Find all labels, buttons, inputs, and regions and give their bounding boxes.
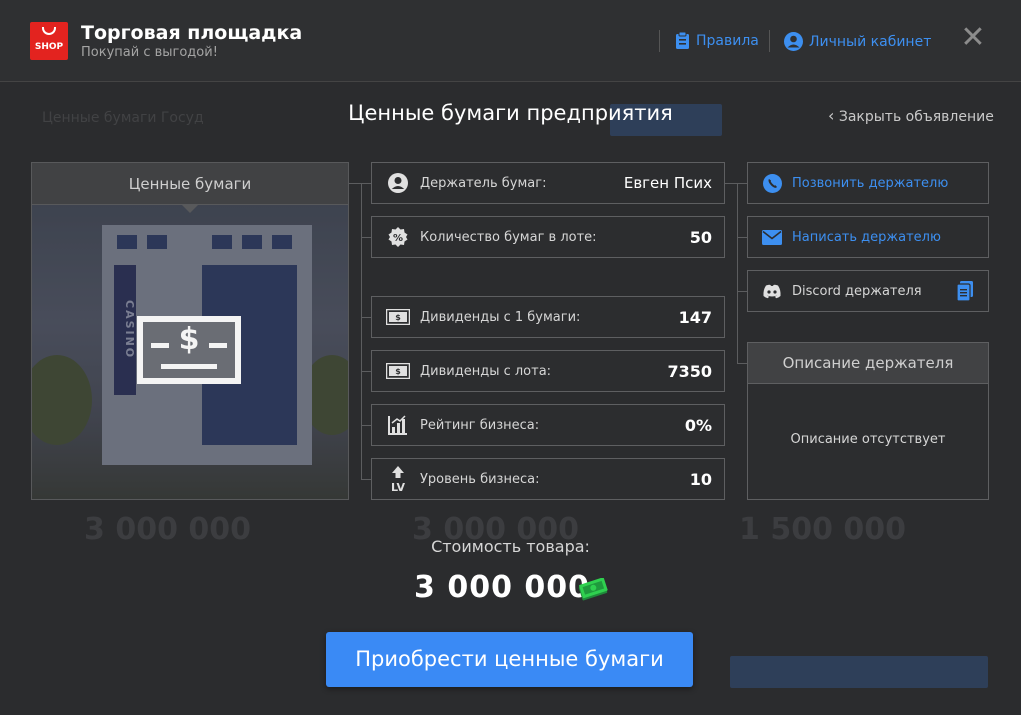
business-level-row: LV Уровень бизнеса: 10 <box>371 458 725 500</box>
holder-description-text: Описание отсутствует <box>790 432 946 447</box>
banknote-icon: $ <box>137 316 241 384</box>
level-up-icon: LV <box>386 466 410 492</box>
business-rating-row: Рейтинг бизнеса: 0% <box>371 404 725 446</box>
rating-chart-icon <box>386 413 410 437</box>
message-holder-label: Написать держателю <box>792 229 941 245</box>
image-panel: Ценные бумаги CASINO $ <box>31 162 349 500</box>
percent-badge-icon: % <box>386 225 410 249</box>
business-level-value: 10 <box>689 469 712 489</box>
lot-quantity-label: Количество бумаг в лоте: <box>420 229 597 245</box>
close-ad-link[interactable]: ‹ Закрыть объявление <box>828 106 994 125</box>
lot-quantity-row: % Количество бумаг в лоте: 50 <box>371 216 725 258</box>
dividend-per-share-value: 147 <box>678 307 712 327</box>
dollar-symbol: $ <box>178 322 200 357</box>
discord-holder-label: Discord держателя <box>792 283 922 299</box>
panel-pointer <box>182 205 198 213</box>
user-circle-icon <box>784 32 803 51</box>
svg-text:$: $ <box>395 367 401 376</box>
header-divider <box>769 30 770 52</box>
logo-text: SHOP <box>34 42 64 52</box>
call-holder-label: Позвонить держателю <box>792 175 949 191</box>
business-level-label: Уровень бизнеса: <box>420 471 540 487</box>
account-label: Личный кабинет <box>809 33 932 50</box>
svg-text:$: $ <box>395 313 401 322</box>
envelope-icon <box>762 227 782 247</box>
smile-icon <box>42 27 56 35</box>
holder-label: Держатель бумаг: <box>420 175 547 191</box>
clipboard-icon <box>676 32 689 49</box>
lot-quantity-value: 50 <box>689 227 712 247</box>
buy-securities-button[interactable]: Приобрести ценные бумаги <box>326 632 693 687</box>
app-title: Торговая площадка <box>81 22 303 44</box>
dividend-per-lot-label: Дивиденды с лота: <box>420 363 552 379</box>
copy-icon[interactable] <box>956 281 974 302</box>
background-button <box>730 656 988 688</box>
call-holder-button[interactable]: Позвонить держателю <box>747 162 989 204</box>
business-rating-value: 0% <box>684 415 712 435</box>
business-image: CASINO $ <box>32 205 348 499</box>
holder-row: Держатель бумаг: Евген Псих <box>371 162 725 204</box>
dividend-per-lot-row: $ Дивиденды с лота: 7350 <box>371 350 725 392</box>
holder-description-panel: Описание держателя Описание отсутствует <box>747 342 989 500</box>
svg-text:%: % <box>393 233 403 244</box>
discord-icon <box>762 281 782 301</box>
price-label: Стоимость товара: <box>431 537 590 556</box>
business-rating-label: Рейтинг бизнеса: <box>420 417 540 433</box>
close-window-button[interactable]: ✕ <box>960 23 986 54</box>
holder-description-title: Описание держателя <box>748 343 988 384</box>
app-header: SHOP Торговая площадка Покупай с выгодой… <box>0 0 1021 82</box>
holder-value: Евген Псих <box>623 174 712 192</box>
app-subtitle: Покупай с выгодой! <box>81 45 218 60</box>
price-value: 3 000 000 <box>414 570 591 605</box>
chevron-left-icon: ‹ <box>828 106 835 125</box>
image-panel-title: Ценные бумаги <box>32 163 348 205</box>
rules-link[interactable]: Правила <box>675 32 759 49</box>
dividend-per-share-label: Дивиденды с 1 бумаги: <box>420 309 581 325</box>
banknote-icon: $ <box>386 305 410 329</box>
shop-logo: SHOP <box>30 22 68 60</box>
discord-holder-row: Discord держателя <box>747 270 989 312</box>
close-ad-label: Закрыть объявление <box>838 109 994 125</box>
svg-text:LV: LV <box>391 481 405 492</box>
rules-label: Правила <box>696 32 759 49</box>
account-link[interactable]: Личный кабинет <box>784 32 931 51</box>
cash-icon <box>578 577 608 606</box>
dividend-per-share-row: $ Дивиденды с 1 бумаги: 147 <box>371 296 725 338</box>
message-holder-button[interactable]: Написать держателю <box>747 216 989 258</box>
banknote-icon: $ <box>386 359 410 383</box>
header-divider <box>659 30 660 52</box>
phone-icon <box>762 173 782 193</box>
user-icon <box>386 171 410 195</box>
dividend-per-lot-value: 7350 <box>667 361 712 381</box>
